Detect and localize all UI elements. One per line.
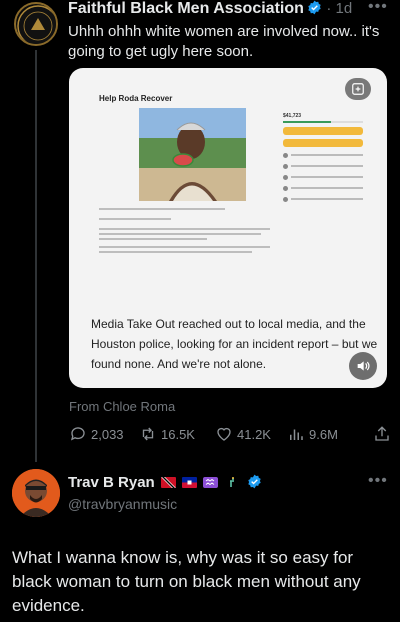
statue-of-liberty-icon <box>230 477 235 487</box>
donate-button <box>283 139 363 147</box>
like-count: 41.2K <box>237 426 271 442</box>
repost-icon <box>142 427 154 441</box>
author-avatar[interactable] <box>14 2 58 46</box>
fundraiser-story-lines <box>99 208 279 256</box>
share-button[interactable] <box>373 425 391 443</box>
sound-toggle-icon[interactable] <box>349 352 377 380</box>
thread-line <box>35 50 37 462</box>
more-options-icon[interactable]: ••• <box>368 472 388 490</box>
fundraiser-progress <box>283 121 363 123</box>
post-text: Uhhh ohhh white women are involved now..… <box>68 23 380 60</box>
fundraiser-title: Help Roda Recover <box>99 94 173 103</box>
repost-count: 16.5K <box>161 426 195 442</box>
share-icon <box>375 426 389 441</box>
zodiac-icon <box>203 477 219 488</box>
fundraiser-photo <box>139 108 246 201</box>
verified-badge-icon <box>308 0 321 15</box>
post-time: · 1d <box>326 0 353 17</box>
like-button[interactable]: 41.2K <box>215 425 287 443</box>
author-name[interactable]: Trav B Ryan <box>68 474 262 491</box>
verified-badge-icon <box>247 474 261 489</box>
reply-count: 2,033 <box>91 426 124 442</box>
fundraiser-sidebar: $41,723 <box>283 113 363 202</box>
media-caption: Media Take Out reached out to local medi… <box>91 317 378 371</box>
author-handle[interactable]: @travbryanmusic <box>68 496 177 512</box>
views-button[interactable]: 9.6M <box>287 425 367 443</box>
author-name[interactable]: Faithful Black Men Association · 1d <box>68 0 352 18</box>
fundraiser-amount: $41,723 <box>283 113 302 119</box>
media-source[interactable]: From Chloe Roma <box>69 399 175 414</box>
author-avatar[interactable] <box>12 469 60 517</box>
heart-icon <box>217 427 231 441</box>
gif-icon[interactable] <box>345 78 371 100</box>
views-icon <box>290 429 303 440</box>
more-options-icon[interactable]: ••• <box>368 0 388 16</box>
repost-button[interactable]: 16.5K <box>139 425 215 443</box>
post-text: What I wanna know is, why was it so easy… <box>12 548 361 615</box>
share-button <box>283 127 363 135</box>
reply-button[interactable]: 2,033 <box>69 425 139 443</box>
view-count: 9.6M <box>309 426 338 442</box>
flag-trinidad-icon <box>160 477 176 488</box>
reply-icon <box>70 427 85 441</box>
flag-haiti-icon <box>182 477 198 488</box>
post-media[interactable]: Help Roda Recover $41,723 Media Take Out… <box>69 68 387 388</box>
post-actions: 2,033 16.5K 41.2K 9.6M <box>69 424 391 444</box>
